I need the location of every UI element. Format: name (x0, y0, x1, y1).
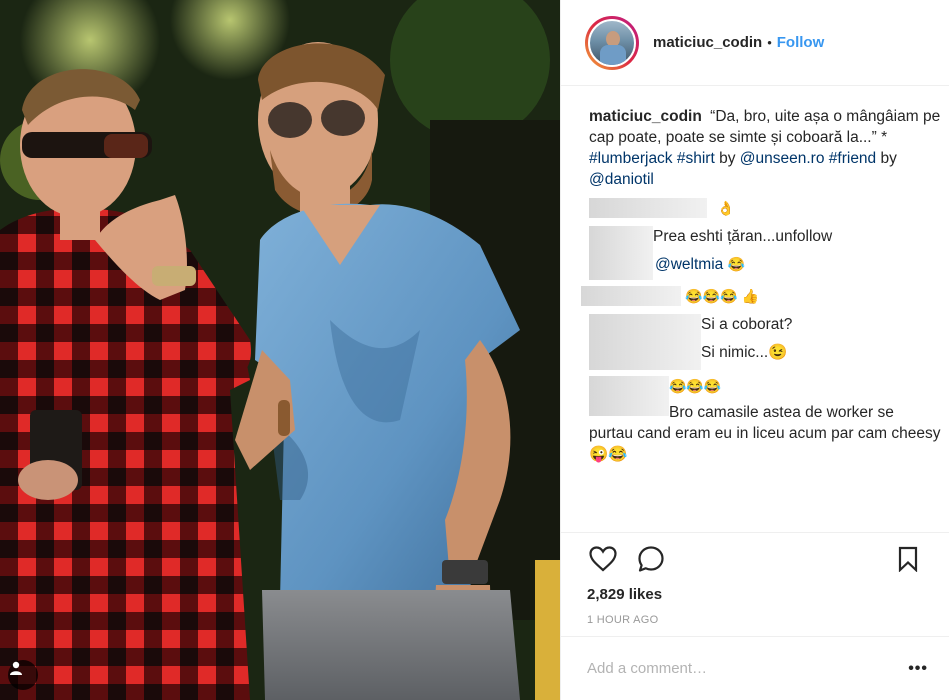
avatar-story-ring[interactable] (585, 15, 639, 70)
add-comment-bar: ••• (561, 636, 949, 700)
comment-text: Si a coborat? (701, 316, 793, 333)
comment-text: 😂 (727, 256, 746, 272)
caption-username[interactable]: maticiuc_codin (589, 108, 702, 125)
post-photo[interactable] (0, 0, 560, 700)
mention-link[interactable]: @unseen.ro (740, 150, 825, 167)
heart-icon (589, 546, 617, 572)
speech-bubble-icon (638, 546, 664, 572)
instagram-post: maticiuc_codin • Follow maticiuc_codin “… (0, 0, 949, 700)
mention-link[interactable]: @daniotil (589, 171, 654, 188)
comment-item: 👌 (589, 198, 942, 222)
comment-text: 👌 (717, 200, 735, 216)
save-button[interactable] (892, 543, 924, 575)
add-comment-input[interactable] (587, 660, 909, 677)
hashtag-link[interactable]: #friend (829, 150, 876, 167)
comment-reply: @weltmia 😂 (655, 254, 745, 275)
comment-text: Si nimic...😉 (701, 344, 788, 361)
hashtag-link[interactable]: #shirt (677, 150, 715, 167)
comment-item: Si a coborat? Si nimic...😉 (589, 312, 942, 370)
bookmark-icon (898, 546, 918, 572)
hashtag-link[interactable]: #lumberjack (589, 150, 673, 167)
caption: maticiuc_codin “Da, bro, uite așa o mâng… (589, 106, 942, 190)
like-button[interactable] (587, 543, 619, 575)
post-actions (561, 532, 949, 592)
photo-illustration (0, 0, 560, 700)
blurred-username (589, 376, 669, 416)
mention-link[interactable]: @weltmia (655, 256, 723, 273)
blurred-username (589, 226, 653, 280)
user-tag-icon (10, 661, 22, 675)
header-username[interactable]: maticiuc_codin (653, 34, 762, 51)
follow-button[interactable]: Follow (777, 34, 825, 51)
blurred-username (581, 286, 681, 306)
comment-text: Prea eshti țăran...unfollow (653, 228, 833, 245)
comment-text: 😂😂😂 👍 (685, 288, 759, 304)
comment-item: 😂😂😂 Bro camasile astea de worker se purt… (589, 376, 942, 465)
comment-item: 😂😂😂 👍 (581, 286, 942, 308)
comments-list[interactable]: maticiuc_codin “Da, bro, uite așa o mâng… (561, 86, 949, 532)
comment-item: Prea eshti țăran...unfollow @weltmia 😂 (589, 226, 942, 282)
blurred-username (589, 198, 707, 218)
tagged-users-button[interactable] (8, 660, 38, 690)
more-options-button[interactable]: ••• (908, 660, 928, 678)
likes-count[interactable]: 2,829 likes (587, 586, 662, 603)
post-timestamp[interactable]: 1 hour ago (587, 614, 658, 626)
post-header: maticiuc_codin • Follow (561, 0, 949, 86)
caption-by: by (880, 150, 897, 167)
comment-button[interactable] (635, 543, 667, 575)
caption-by: by (719, 150, 736, 167)
avatar (588, 18, 636, 67)
header-separator: • (767, 35, 772, 50)
comment-text: 😂😂😂 (669, 378, 722, 394)
blurred-username (589, 314, 701, 370)
post-side-panel: maticiuc_codin • Follow maticiuc_codin “… (560, 0, 949, 700)
